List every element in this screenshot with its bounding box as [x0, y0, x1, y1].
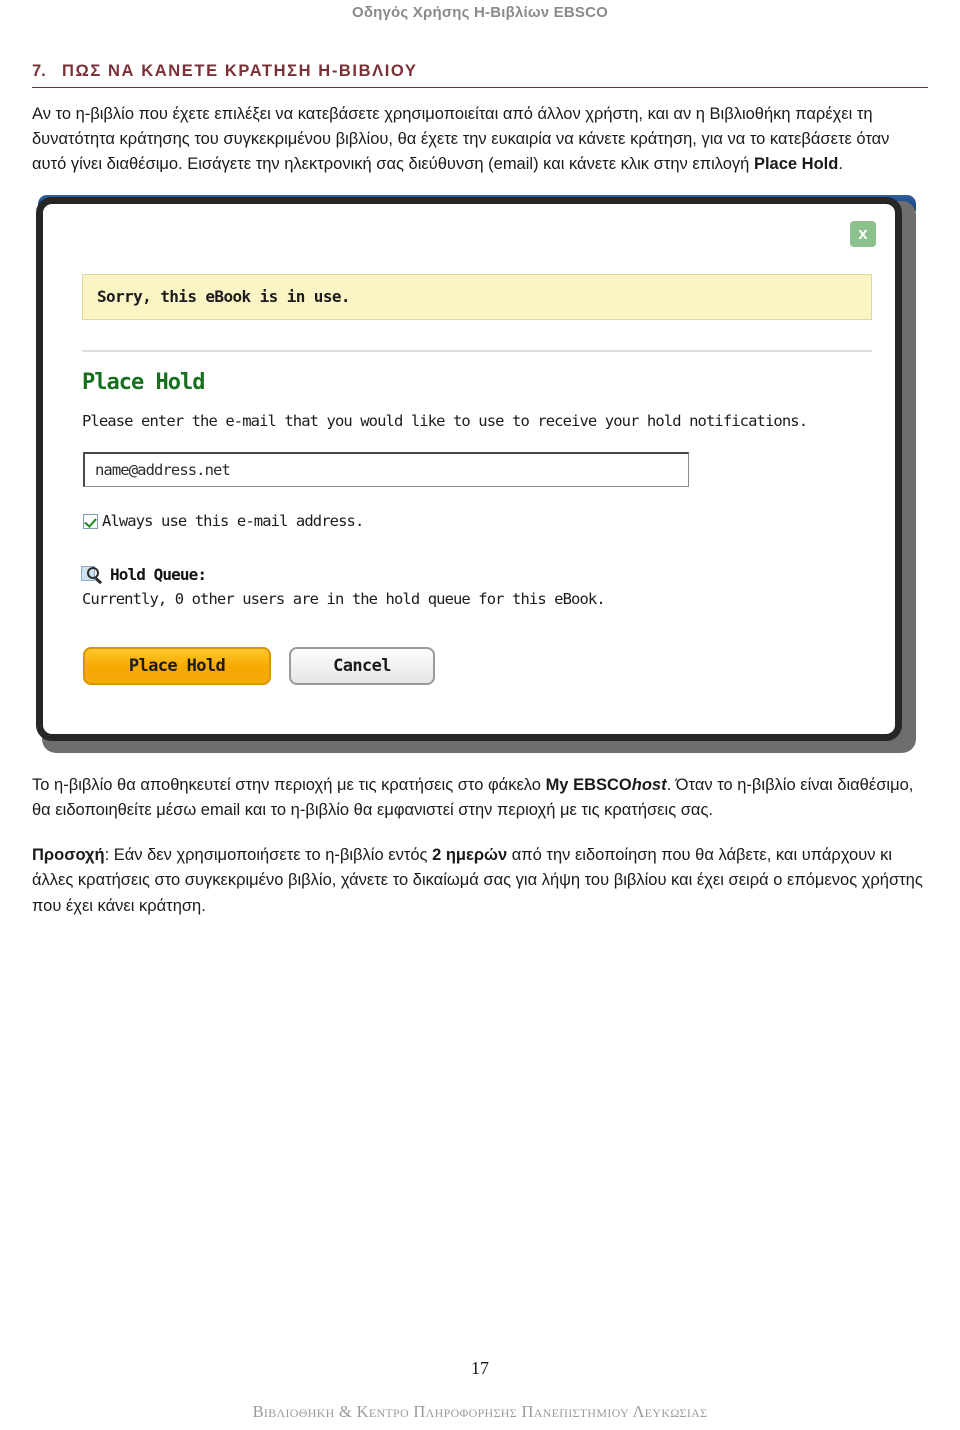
- always-use-email-row[interactable]: Always use this e-mail address.: [83, 512, 364, 531]
- note-paragraph: Προσοχή: Εάν δεν χρησιμοποιήσετε το η-βι…: [32, 843, 928, 918]
- note-text-part1: : Εάν δεν χρησιμοποιήσετε το η-βιβλίο εν…: [104, 846, 433, 865]
- after-screenshot-paragraph: Το η-βιβλίο θα αποθηκευτεί στην περιοχή …: [32, 773, 928, 823]
- document-footer: Βιβλιοθηκη & Κεντρο Πληροφορησης Πανεπισ…: [252, 1402, 708, 1421]
- note-label: Προσοχή: [32, 846, 105, 865]
- section-heading: 7. ΠΩΣ ΝΑ ΚΑΝΕΤΕ ΚΡΑΤΗΣΗ Η-ΒΙΒΛΙΟΥ: [32, 62, 928, 87]
- page-number: 17: [471, 1358, 489, 1378]
- close-icon[interactable]: x: [850, 221, 876, 248]
- cancel-button[interactable]: Cancel: [289, 647, 435, 686]
- section-heading-rule: [32, 87, 928, 88]
- checkbox-checked-icon[interactable]: [83, 513, 98, 529]
- magnifier-icon: [81, 564, 103, 585]
- dialog-instruction-text: Please enter the e-mail that you would l…: [82, 412, 808, 431]
- in-use-alert-message: Sorry, this eBook is in use.: [97, 287, 351, 307]
- place-hold-dialog-screenshot: x Sorry, this eBook is in use. Place Hol…: [32, 195, 916, 754]
- in-use-alert-box: Sorry, this eBook is in use.: [82, 274, 872, 321]
- after-my-ebsco-bold: My EBSCO: [545, 776, 632, 795]
- always-use-email-label: Always use this e-mail address.: [102, 512, 364, 531]
- hold-queue-title: Hold Queue:: [110, 564, 207, 584]
- after-text-part1: Το η-βιβλίο θα αποθηκευτεί στην περιοχή …: [32, 776, 546, 795]
- place-hold-button[interactable]: Place Hold: [83, 647, 271, 686]
- page-content: 7. ΠΩΣ ΝΑ ΚΑΝΕΤΕ ΚΡΑΤΗΣΗ Η-ΒΙΒΛΙΟΥ Αν το…: [32, 62, 928, 919]
- intro-text-part2: .: [838, 155, 843, 174]
- intro-place-hold-bold: Place Hold: [753, 155, 839, 174]
- dialog-button-row: Place Hold Cancel: [83, 647, 435, 686]
- section-number: 7.: [32, 62, 46, 80]
- intro-paragraph: Αν το η-βιβλίο που έχετε επιλέξει να κατ…: [32, 102, 928, 177]
- note-days-bold: 2 ημερών: [432, 846, 508, 865]
- after-host-bold-italic: host: [631, 776, 667, 795]
- email-input[interactable]: name@address.net: [83, 452, 689, 488]
- section-title: ΠΩΣ ΝΑ ΚΑΝΕΤΕ ΚΡΑΤΗΣΗ Η-ΒΙΒΛΙΟΥ: [62, 62, 418, 80]
- dialog-title: Place Hold: [82, 370, 205, 396]
- hold-queue-status-text: Currently, 0 other users are in the hold…: [82, 590, 606, 609]
- document-running-header: Οδηγός Χρήσης Η-Βιβλίων EBSCO: [351, 4, 609, 21]
- hold-queue-heading: Hold Queue:: [81, 564, 207, 585]
- dialog-divider: [82, 350, 872, 353]
- place-hold-dialog: x Sorry, this eBook is in use. Place Hol…: [36, 197, 902, 742]
